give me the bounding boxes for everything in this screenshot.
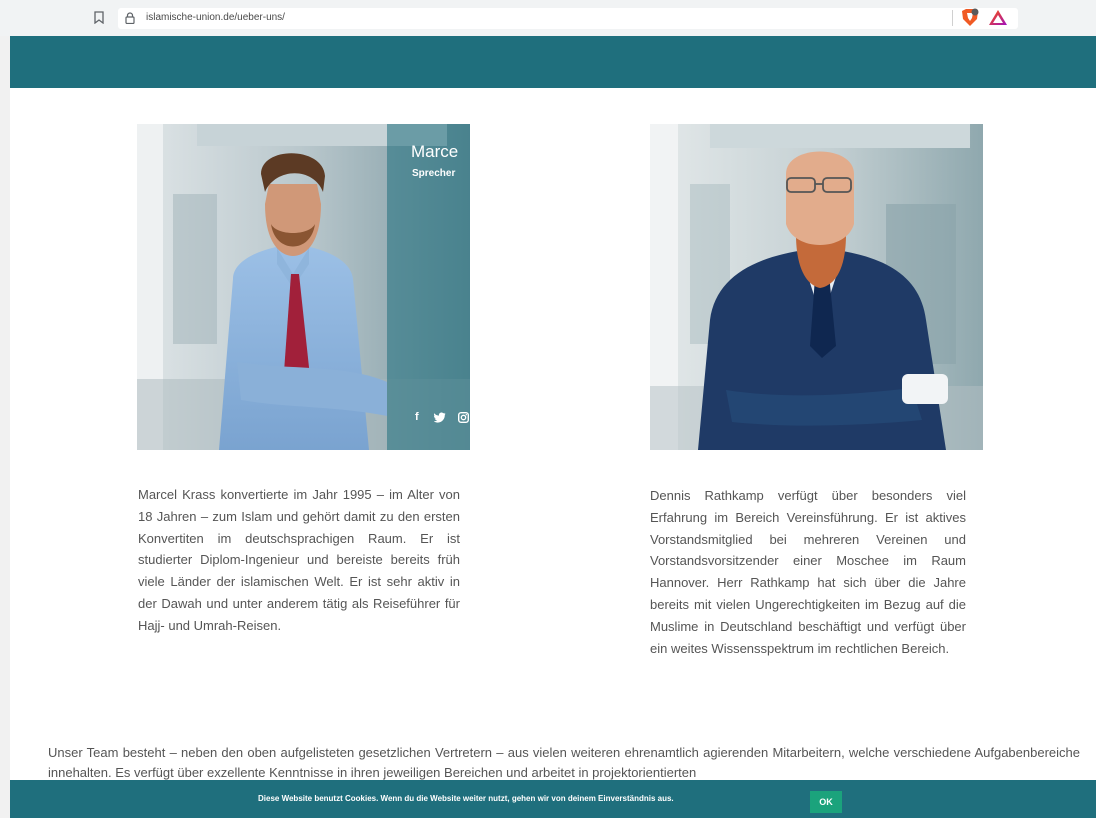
cookie-accept-button[interactable]: OK <box>810 791 842 813</box>
team-member-photo-dennis[interactable] <box>650 124 983 450</box>
team-member-bio-dennis: Dennis Rathkamp verfügt über besonders v… <box>650 488 966 656</box>
cookie-notice-text: Diese Website benutzt Cookies. Wenn du d… <box>258 794 674 803</box>
url-text[interactable]: islamische-union.de/ueber-uns/ <box>146 12 285 23</box>
twitter-icon[interactable] <box>434 412 446 423</box>
instagram-icon[interactable] <box>458 412 469 423</box>
team-member-name-overlay: Marce <box>411 142 459 161</box>
lock-icon[interactable] <box>125 12 135 24</box>
facebook-icon[interactable]: f <box>415 411 419 423</box>
team-member-role-overlay: Sprecher <box>412 168 456 179</box>
browser-toolbar: islamische-union.de/ueber-uns/ <box>0 0 1096 36</box>
toolbar-divider <box>952 10 953 26</box>
brave-shield-icon[interactable] <box>960 8 980 27</box>
site-header <box>10 36 1096 88</box>
team-description-paragraph: Unser Team besteht – neben den oben aufg… <box>48 745 1080 780</box>
team-member-bio-marcel: Marcel Krass konvertierte im Jahr 1995 –… <box>138 487 460 633</box>
brave-rewards-icon[interactable] <box>988 9 1008 26</box>
bookmark-icon[interactable] <box>94 11 104 24</box>
